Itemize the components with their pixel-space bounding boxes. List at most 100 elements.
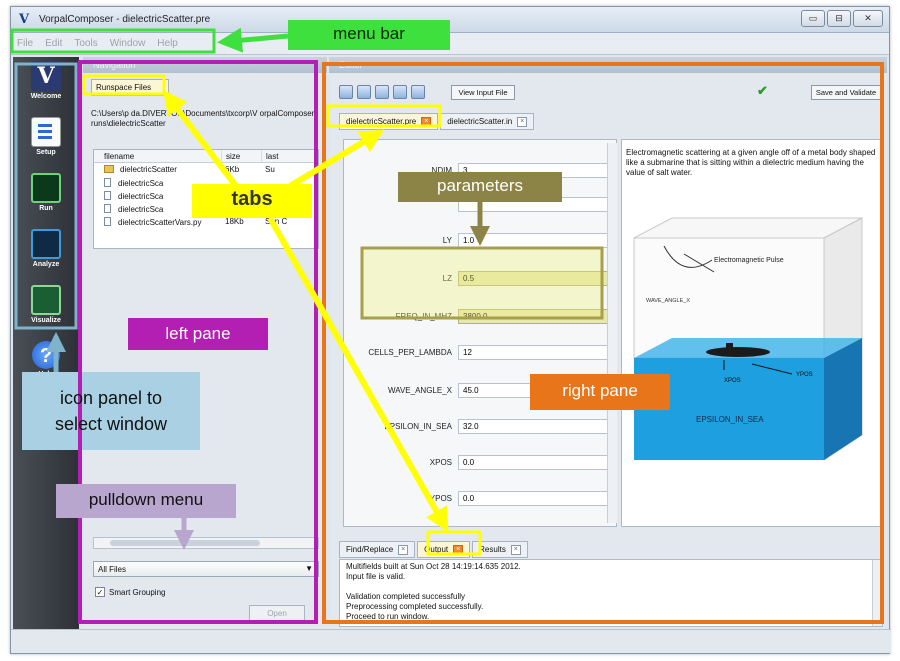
tab-runspace-files[interactable]: Runspace Files bbox=[91, 79, 169, 96]
help-icon: ? bbox=[32, 341, 60, 369]
simulation-diagram: Electromagnetic Pulse WAVE_ANGLE_X XPOS … bbox=[633, 217, 863, 461]
close-button[interactable]: ✕ bbox=[853, 10, 883, 27]
param-input-ly[interactable] bbox=[458, 232, 608, 248]
smart-grouping-toggle[interactable]: ✓ Smart Grouping bbox=[95, 587, 165, 597]
param-input-xpos[interactable] bbox=[458, 454, 608, 470]
file-icon bbox=[104, 216, 111, 226]
param-label: FREQ_IN_MHZ bbox=[395, 311, 452, 321]
panel-item-visualize[interactable]: Visualize bbox=[18, 285, 74, 337]
copy-icon[interactable] bbox=[375, 85, 389, 99]
form-scrollbar[interactable] bbox=[607, 143, 617, 523]
file-size: 18Kb bbox=[225, 217, 244, 226]
setup-icon bbox=[31, 117, 61, 147]
param-input-hidden[interactable] bbox=[458, 196, 608, 212]
save-and-validate-button[interactable]: Save and Validate bbox=[811, 85, 881, 100]
refresh-icon[interactable] bbox=[393, 85, 407, 99]
menu-help[interactable]: Help bbox=[157, 38, 178, 49]
output-console[interactable]: Multifields built at Sun Oct 28 14:19:14… bbox=[339, 559, 883, 627]
file-table-header: filename size last bbox=[94, 150, 318, 163]
left-pane-label: left pane bbox=[165, 324, 231, 343]
panel-item-welcome[interactable]: V Welcome bbox=[18, 61, 74, 113]
output-line: Proceed to run window. bbox=[346, 612, 430, 621]
param-label: EPSILON_IN_SEA bbox=[384, 421, 452, 431]
panel-item-label: Welcome bbox=[30, 93, 62, 100]
pulldown-menu-label: pulldown menu bbox=[88, 490, 204, 509]
tab-output[interactable]: Output × bbox=[417, 541, 471, 558]
undo-icon[interactable] bbox=[339, 85, 353, 99]
editor-toolbar bbox=[339, 85, 425, 99]
column-header-filename[interactable]: filename bbox=[94, 150, 222, 162]
panel-item-label: Help bbox=[38, 371, 54, 378]
column-header-last[interactable]: last bbox=[262, 150, 318, 162]
file-name: dielectricSca bbox=[118, 191, 164, 201]
menu-edit[interactable]: Edit bbox=[45, 38, 62, 49]
param-label: XPOS bbox=[429, 457, 452, 467]
menu-bar-label: menu bar bbox=[333, 24, 405, 43]
redo-icon[interactable] bbox=[357, 85, 371, 99]
view-input-file-button[interactable]: View Input File bbox=[451, 85, 515, 100]
domain-box-back bbox=[633, 217, 863, 239]
editor-tabs: dielectricScatter.pre × dielectricScatte… bbox=[339, 113, 535, 130]
icon-panel: V Welcome Setup Run Analyze Visualize ? … bbox=[13, 57, 79, 651]
param-row-ly: LY bbox=[344, 232, 614, 248]
param-input-freq-in-mhz[interactable] bbox=[458, 308, 608, 324]
tab-find-replace[interactable]: Find/Replace × bbox=[339, 541, 416, 558]
file-date: Sun C bbox=[265, 217, 288, 226]
param-input-epsilon-in-sea[interactable] bbox=[458, 418, 608, 434]
arrow-right-icon[interactable] bbox=[411, 85, 425, 99]
param-row-lz: LZ bbox=[344, 270, 614, 286]
panel-item-help[interactable]: ? Help bbox=[18, 341, 74, 393]
close-tab-icon[interactable]: × bbox=[453, 544, 464, 555]
param-input-cells-per-lambda[interactable] bbox=[458, 344, 608, 360]
param-input-ypos[interactable] bbox=[458, 490, 608, 506]
file-table-scrollbar[interactable] bbox=[93, 537, 319, 549]
tab-results[interactable]: Results × bbox=[472, 541, 528, 558]
file-size: 6Kb bbox=[225, 165, 240, 174]
param-row-cells-per-lambda: CELLS_PER_LAMBDA bbox=[344, 344, 614, 360]
close-tab-icon[interactable]: × bbox=[421, 116, 432, 127]
title-bar: V VorpalComposer - dielectricScatter.pre… bbox=[11, 7, 889, 33]
icon-panel-label-line1: icon panel to bbox=[59, 388, 163, 408]
navigation-pane: Navigation Runspace Files C:\Users\p da.… bbox=[83, 57, 327, 651]
column-header-size[interactable]: size bbox=[222, 150, 262, 162]
param-label: WAVE_ANGLE_X bbox=[387, 385, 452, 395]
maximize-button[interactable]: ⊟ bbox=[827, 10, 851, 27]
tab-dielectricscatter-pre[interactable]: dielectricScatter.pre × bbox=[339, 113, 439, 130]
param-input-lz[interactable] bbox=[458, 270, 608, 286]
close-tab-icon[interactable]: × bbox=[517, 116, 528, 127]
panel-item-analyze[interactable]: Analyze bbox=[18, 229, 74, 281]
file-row[interactable]: dielectricScatterVars.py 18Kb Sun C bbox=[94, 215, 318, 228]
tab-label: Find/Replace bbox=[346, 545, 394, 554]
param-row-epsilon-in-sea: EPSILON_IN_SEA bbox=[344, 418, 614, 434]
parameters-label: parameters bbox=[437, 176, 523, 195]
chevron-down-icon: ▼ bbox=[305, 564, 313, 573]
file-filter-select[interactable]: All Files ▼ bbox=[93, 561, 319, 577]
close-tab-icon[interactable]: × bbox=[510, 544, 521, 555]
close-tab-icon[interactable]: × bbox=[398, 544, 409, 555]
menu-tools[interactable]: Tools bbox=[74, 38, 97, 49]
panel-item-run[interactable]: Run bbox=[18, 173, 74, 225]
tab-label: dielectricScatter.pre bbox=[346, 117, 417, 126]
menu-file[interactable]: File bbox=[17, 38, 33, 49]
parameter-form: NDIM LY LZ FREQ_IN_MHZ CELLS_PER_LAMBDA bbox=[343, 139, 617, 527]
file-name: dielectricScatter bbox=[120, 165, 177, 174]
minimize-button[interactable]: ▭ bbox=[801, 10, 825, 27]
panel-item-setup[interactable]: Setup bbox=[18, 117, 74, 169]
scrollbar-thumb[interactable] bbox=[110, 540, 260, 546]
output-scrollbar[interactable] bbox=[872, 560, 882, 626]
icon-panel-label-line2: select window bbox=[54, 414, 168, 434]
open-button[interactable]: Open bbox=[249, 605, 305, 622]
tabs-label: tabs bbox=[231, 188, 273, 210]
tab-dielectricscatter-in[interactable]: dielectricScatter.in × bbox=[440, 113, 535, 130]
file-row[interactable]: dielectricScatter 6Kb Su bbox=[94, 163, 318, 176]
smart-grouping-checkbox[interactable]: ✓ bbox=[95, 587, 105, 597]
menu-window[interactable]: Window bbox=[110, 38, 146, 49]
tab-label: dielectricScatter.in bbox=[447, 117, 513, 126]
smart-grouping-label: Smart Grouping bbox=[109, 587, 166, 597]
xpos-label: XPOS bbox=[724, 378, 741, 384]
panel-item-label: Setup bbox=[36, 149, 56, 156]
param-row-ypos: YPOS bbox=[344, 490, 614, 506]
submarine-tower bbox=[726, 343, 733, 349]
file-icon bbox=[104, 203, 111, 213]
panel-item-label: Visualize bbox=[31, 317, 61, 324]
